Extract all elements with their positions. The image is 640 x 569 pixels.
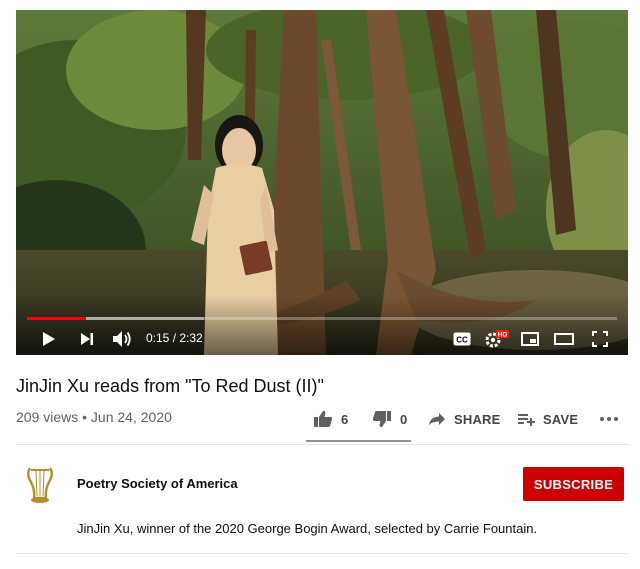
dislike-button[interactable]: 0 [372, 408, 407, 430]
svg-text:CC: CC [456, 336, 468, 345]
like-button[interactable]: 6 [313, 408, 348, 430]
play-button[interactable] [38, 328, 60, 350]
progress-bar[interactable] [27, 317, 617, 320]
share-label: SHARE [454, 411, 501, 427]
video-player[interactable]: 0:15 / 2:32 CC HD [16, 10, 628, 355]
next-button[interactable] [76, 328, 98, 350]
share-icon [429, 413, 445, 425]
thumbs-up-icon [314, 410, 333, 427]
views-date: 209 views • Jun 24, 2020 [16, 409, 172, 425]
dislike-count: 0 [400, 411, 408, 427]
miniplayer-icon [521, 332, 539, 346]
sentiment-bar [306, 440, 411, 442]
play-icon [43, 332, 55, 346]
settings-hd-icon: HD [485, 330, 509, 348]
time-display: 0:15 / 2:32 [146, 331, 203, 345]
progress-played [27, 317, 86, 320]
volume-icon [113, 331, 131, 347]
save-button[interactable]: SAVE [517, 408, 578, 430]
theater-button[interactable] [553, 328, 575, 350]
captions-icon: CC [453, 332, 471, 346]
video-title: JinJin Xu reads from "To Red Dust (II)" [16, 376, 324, 396]
divider-bottom [16, 553, 628, 554]
video-description: JinJin Xu, winner of the 2020 George Bog… [77, 521, 538, 536]
more-actions-button[interactable] [599, 408, 627, 430]
divider [16, 444, 628, 445]
channel-name[interactable]: Poetry Society of America [77, 476, 238, 492]
share-button[interactable]: SHARE [428, 408, 501, 430]
fullscreen-icon [592, 331, 608, 347]
next-icon [81, 333, 93, 345]
volume-button[interactable] [110, 328, 134, 350]
subscribe-button[interactable]: SUBSCRIBE [523, 467, 624, 501]
channel-avatar[interactable] [16, 460, 64, 508]
playlist-add-icon [518, 414, 535, 426]
save-label: SAVE [543, 411, 579, 427]
more-icon [600, 417, 618, 421]
lyre-logo-icon [16, 460, 64, 508]
miniplayer-button[interactable] [519, 328, 541, 350]
thumbs-down-icon [372, 411, 391, 428]
captions-button[interactable]: CC [452, 328, 472, 350]
settings-button[interactable]: HD [484, 328, 510, 350]
theater-icon [554, 333, 574, 345]
svg-text:HD: HD [498, 332, 508, 339]
fullscreen-button[interactable] [589, 328, 611, 350]
like-count: 6 [341, 411, 349, 427]
